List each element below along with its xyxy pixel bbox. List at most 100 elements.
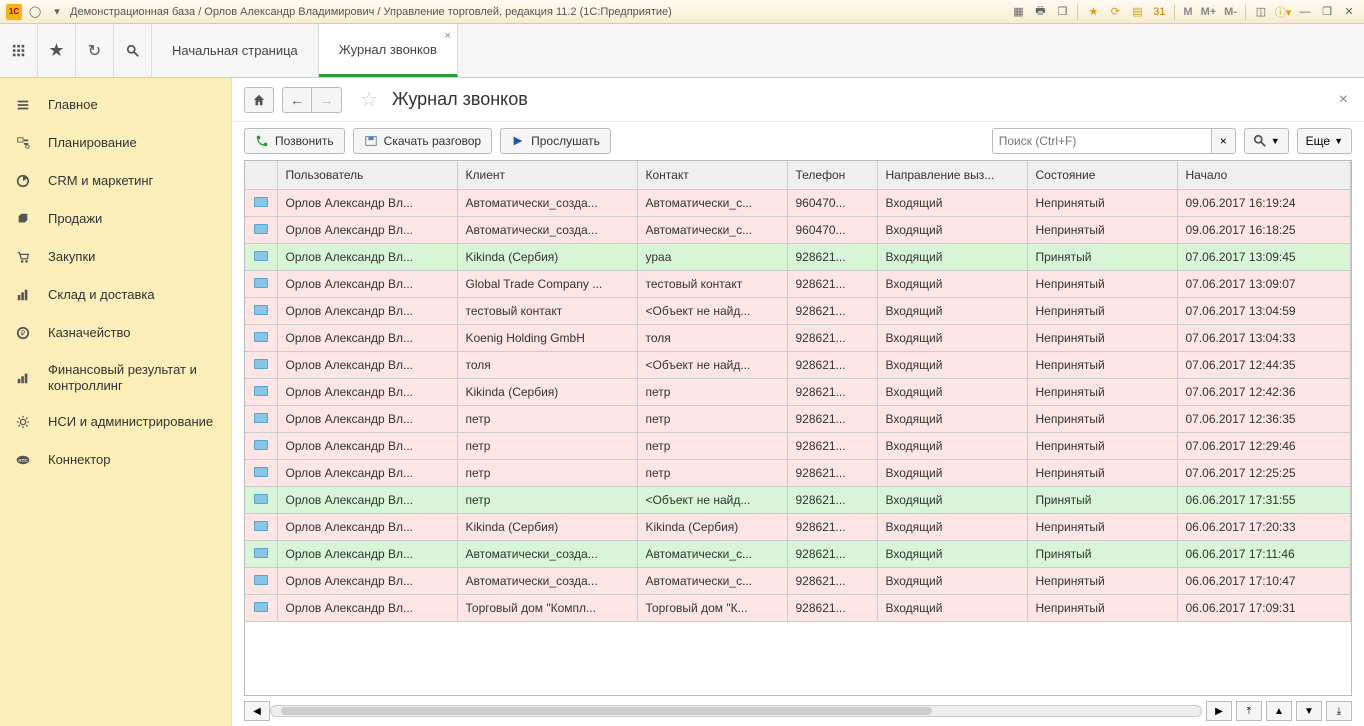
home-button[interactable] [244, 87, 274, 113]
col-header-6[interactable]: Начало [1177, 161, 1351, 189]
table-row[interactable]: Орлов Александр Вл...Автоматически_созда… [245, 540, 1351, 567]
listen-button[interactable]: Прослушать [500, 128, 611, 154]
search-dropdown-button[interactable]: ▼ [1244, 128, 1289, 154]
search-icon[interactable] [114, 24, 152, 77]
cell-start: 09.06.2017 16:19:24 [1177, 189, 1351, 216]
col-header-4[interactable]: Направление выз... [877, 161, 1027, 189]
sidebar-item-6[interactable]: ₽Казначейство [0, 314, 231, 352]
col-header-5[interactable]: Состояние [1027, 161, 1177, 189]
table-row[interactable]: Орлов Александр Вл...Автоматически_созда… [245, 567, 1351, 594]
cell-contact: <Объект не найд... [637, 351, 787, 378]
tab-close-icon[interactable]: × [445, 30, 451, 42]
sidebar-item-1[interactable]: Планирование [0, 124, 231, 162]
tb-copy-icon[interactable]: ❐ [1053, 4, 1071, 20]
close-page-icon[interactable]: × [1335, 91, 1352, 109]
table-wrap[interactable]: ПользовательКлиентКонтактТелефонНаправле… [244, 160, 1352, 696]
tb-star-icon[interactable]: ★ [1084, 4, 1102, 20]
table-row[interactable]: Орлов Александр Вл...толя<Объект не найд… [245, 351, 1351, 378]
scroll-down-button[interactable]: ▼ [1296, 701, 1322, 721]
sidebar-item-7[interactable]: Финансовый результат и контроллинг [0, 352, 231, 403]
hscroll-right[interactable]: ▶ [1206, 701, 1232, 721]
table-row[interactable]: Орлов Александр Вл...Kikinda (Сербия)ура… [245, 243, 1351, 270]
table-row[interactable]: Орлов Александр Вл...Автоматически_созда… [245, 189, 1351, 216]
window-restore[interactable]: ❐ [1318, 4, 1336, 20]
cell-state: Непринятый [1027, 189, 1177, 216]
row-icon [245, 351, 277, 378]
window-minimize[interactable]: — [1296, 4, 1314, 20]
col-header-3[interactable]: Телефон [787, 161, 877, 189]
table-row[interactable]: Орлов Александр Вл...Автоматически_созда… [245, 216, 1351, 243]
table-row[interactable]: Орлов Александр Вл...петрпетр928621...Вх… [245, 432, 1351, 459]
row-icon [245, 594, 277, 621]
table-row[interactable]: Орлов Александр Вл...тестовый контакт<Об… [245, 297, 1351, 324]
more-button[interactable]: Еще ▼ [1297, 128, 1352, 154]
tb-doc-icon[interactable]: ▦ [1009, 4, 1027, 20]
cell-user: Орлов Александр Вл... [277, 297, 457, 324]
sidebar-item-4[interactable]: Закупки [0, 238, 231, 276]
favorites-icon[interactable]: ★ [38, 24, 76, 77]
cell-user: Орлов Александр Вл... [277, 486, 457, 513]
sidebar-item-5[interactable]: Склад и доставка [0, 276, 231, 314]
download-button[interactable]: Скачать разговор [353, 128, 492, 154]
table-row[interactable]: Орлов Александр Вл...Global Trade Compan… [245, 270, 1351, 297]
tb-m-btn[interactable]: M [1181, 6, 1194, 18]
table-row[interactable]: Орлов Александр Вл...Торговый дом "Компл… [245, 594, 1351, 621]
separator [1174, 4, 1175, 20]
cell-user: Орлов Александр Вл... [277, 567, 457, 594]
tab-calllog[interactable]: Журнал звонков × [319, 24, 458, 77]
table-row[interactable]: Орлов Александр Вл...Kikinda (Сербия)Kik… [245, 513, 1351, 540]
tb-print-icon[interactable]: 🖶 [1031, 4, 1049, 20]
cell-start: 07.06.2017 13:04:33 [1177, 324, 1351, 351]
tb-mplus-btn[interactable]: M+ [1199, 6, 1219, 18]
titlebar-circle-icon[interactable]: ◯ [26, 4, 44, 20]
col-header-2[interactable]: Контакт [637, 161, 787, 189]
star-icon[interactable]: ☆ [360, 87, 378, 112]
sidebar-item-8[interactable]: НСИ и администрирование [0, 403, 231, 441]
sidebar-item-label: Продажи [48, 211, 217, 227]
tb-info-icon[interactable]: ⓘ▾ [1274, 4, 1292, 20]
table-row[interactable]: Орлов Александр Вл...петрпетр928621...Вх… [245, 405, 1351, 432]
tb-panels-icon[interactable]: ◫ [1252, 4, 1270, 20]
sidebar-item-9[interactable]: ATCКоннектор [0, 441, 231, 479]
scroll-bottom-button[interactable]: ⤓ [1326, 701, 1352, 721]
col-header-0[interactable]: Пользователь [277, 161, 457, 189]
tb-calc-icon[interactable]: ▤ [1128, 4, 1146, 20]
hscroll-thumb[interactable] [281, 707, 932, 715]
cell-start: 07.06.2017 13:09:07 [1177, 270, 1351, 297]
col-header-1[interactable]: Клиент [457, 161, 637, 189]
sidebar-item-3[interactable]: Продажи [0, 200, 231, 238]
nav-back-button[interactable]: ← [282, 87, 312, 113]
scroll-top-button[interactable]: ⤒ [1236, 701, 1262, 721]
sidebar-item-0[interactable]: Главное [0, 86, 231, 124]
window-close[interactable]: ✕ [1340, 4, 1358, 20]
cell-start: 07.06.2017 12:42:36 [1177, 378, 1351, 405]
sidebar-item-2[interactable]: CRM и маркетинг [0, 162, 231, 200]
chart-icon [14, 369, 32, 387]
table-row[interactable]: Орлов Александр Вл...Koenig Holding GmbH… [245, 324, 1351, 351]
row-icon [245, 567, 277, 594]
search-clear-button[interactable]: × [1212, 128, 1236, 154]
cell-client: петр [457, 459, 637, 486]
table-row[interactable]: Орлов Александр Вл...Kikinda (Сербия)пет… [245, 378, 1351, 405]
history-icon[interactable]: ↻ [76, 24, 114, 77]
table-row[interactable]: Орлов Александр Вл...петрпетр928621...Вх… [245, 459, 1351, 486]
tab-home[interactable]: Начальная страница [152, 24, 319, 77]
titlebar-dropdown-icon[interactable]: ▾ [48, 4, 66, 20]
hscroll-track[interactable] [270, 705, 1202, 717]
cell-phone: 928621... [787, 567, 877, 594]
apps-icon[interactable] [0, 24, 38, 77]
hscroll-left[interactable]: ◀ [244, 701, 270, 721]
tb-history-icon[interactable]: ⟳ [1106, 4, 1124, 20]
cell-phone: 960470... [787, 189, 877, 216]
call-button[interactable]: Позвонить [244, 128, 345, 154]
scroll-up-button[interactable]: ▲ [1266, 701, 1292, 721]
search-input[interactable] [992, 128, 1212, 154]
tb-mminus-btn[interactable]: M- [1222, 6, 1239, 18]
col-icon[interactable] [245, 161, 277, 189]
nav-forward-button[interactable]: → [312, 87, 342, 113]
tb-calendar-icon[interactable]: 31 [1150, 4, 1168, 20]
cell-start: 06.06.2017 17:11:46 [1177, 540, 1351, 567]
titlebar: 1С ◯ ▾ Демонстрационная база / Орлов Але… [0, 0, 1364, 24]
plan-icon [14, 134, 32, 152]
table-row[interactable]: Орлов Александр Вл...петр<Объект не найд… [245, 486, 1351, 513]
